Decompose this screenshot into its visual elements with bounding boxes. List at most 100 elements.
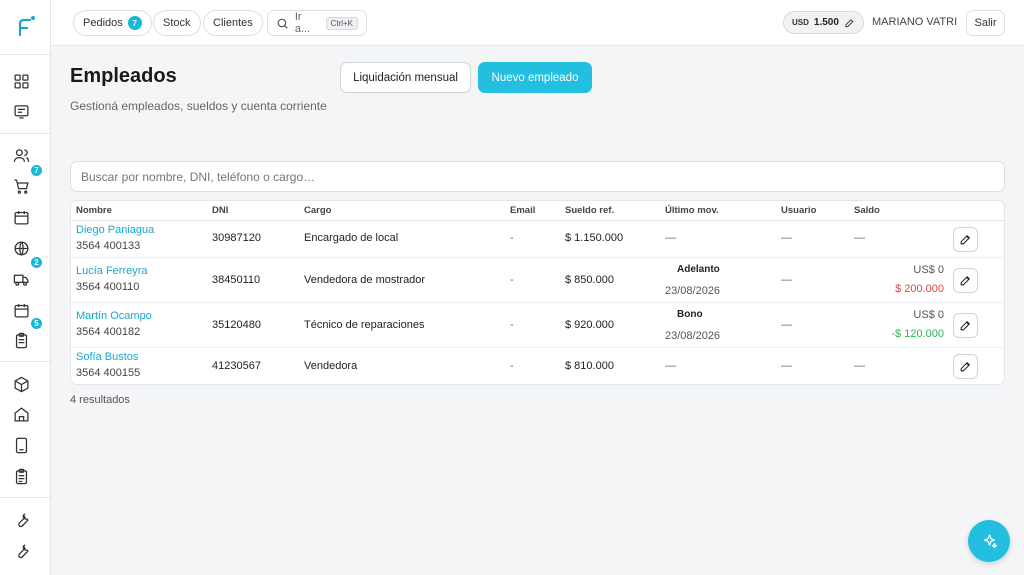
column-header: Usuario — [781, 205, 817, 216]
logo-icon[interactable] — [14, 14, 38, 38]
column-header: DNI — [212, 205, 229, 216]
wrench-icon[interactable] — [12, 541, 30, 559]
pedidos-badge: 7 — [127, 16, 142, 30]
page-subtitle: Gestioná empleados, sueldos y cuenta cor… — [70, 99, 327, 113]
employee-email: - — [510, 319, 514, 331]
pencil-icon — [960, 234, 971, 245]
employee-cargo: Vendedora de mostrador — [304, 274, 426, 286]
employee-usuario: — — [781, 360, 792, 372]
pedidos-button[interactable]: Pedidos 7 — [73, 10, 152, 36]
employee-dni: 30987120 — [212, 232, 261, 244]
quick-search-button[interactable]: Ir a... Ctrl+K — [267, 10, 367, 36]
stock-button[interactable]: Stock — [153, 10, 201, 36]
quick-search-label: Ir a... — [294, 11, 311, 35]
employee-sueldo: $ 810.000 — [565, 360, 614, 372]
employee-name-link[interactable]: Diego Paniagua — [76, 224, 154, 236]
wrench-icon[interactable] — [12, 510, 30, 528]
box-icon[interactable] — [12, 375, 30, 393]
employees-table: Nombre DNI Cargo Email Sueldo ref. Últim… — [70, 200, 1005, 385]
employee-saldo: $ 200.000 — [895, 283, 944, 295]
column-header: Sueldo ref. — [565, 205, 615, 216]
employee-saldo: — — [854, 360, 865, 372]
pencil-icon — [960, 275, 971, 286]
edit-icon — [845, 18, 854, 27]
clipboard-icon[interactable] — [12, 331, 30, 349]
last-movement-type: Bono — [677, 309, 703, 320]
last-movement-type: Adelanto — [677, 264, 720, 275]
employee-sueldo: $ 850.000 — [565, 274, 614, 286]
employee-phone: 3564 400182 — [76, 326, 141, 338]
sidebar-divider — [0, 133, 51, 134]
last-movement-date: — — [665, 360, 676, 372]
employee-name-link[interactable]: Lucía Ferreyra — [76, 265, 148, 277]
saldo-usd: US$ 0 — [913, 264, 944, 276]
cart-icon[interactable] — [12, 177, 30, 195]
sidebar-divider — [0, 54, 51, 55]
employee-usuario: — — [781, 274, 792, 286]
table-header: Nombre DNI Cargo Email Sueldo ref. Últim… — [71, 201, 1004, 221]
employee-email: - — [510, 360, 514, 372]
saldo-usd: US$ 0 — [913, 309, 944, 321]
employee-cargo: Vendedora — [304, 360, 358, 372]
table-row: Sofía Bustos 3564 400155 41230567 Vended… — [71, 348, 1004, 384]
shortcut-hint: Ctrl+K — [325, 16, 358, 30]
last-movement-date: 23/08/2026 — [665, 330, 721, 342]
clipboard-badge: 5 — [30, 317, 43, 330]
assistant-button[interactable] — [968, 520, 1010, 562]
results-count: 4 resultados — [70, 394, 130, 406]
sidebar-divider — [0, 361, 51, 362]
nuevo-empleado-button[interactable]: Nuevo empleado — [478, 62, 592, 93]
sparkles-icon — [983, 533, 997, 548]
page-title: Empleados — [70, 65, 177, 87]
employee-cargo: Técnico de reparaciones — [304, 319, 425, 331]
edit-employee-button[interactable] — [953, 227, 978, 252]
edit-employee-button[interactable] — [953, 313, 978, 338]
employee-phone: 3564 400110 — [76, 281, 140, 293]
calendar-icon[interactable] — [12, 208, 30, 226]
globe-icon[interactable] — [12, 239, 30, 257]
pedidos-label: Pedidos — [83, 17, 123, 29]
tablet-icon[interactable] — [12, 436, 30, 454]
table-row: Martín Ocampo 3564 400182 35120480 Técni… — [71, 303, 1004, 348]
clientes-label: Clientes — [213, 17, 253, 29]
sidebar-divider — [0, 497, 51, 498]
employee-sueldo: $ 920.000 — [565, 319, 614, 331]
employee-phone: 3564 400155 — [76, 367, 141, 379]
table-row: Diego Paniagua 3564 400133 30987120 Enca… — [71, 221, 1004, 258]
employee-search-input[interactable]: Buscar por nombre, DNI, teléfono o cargo… — [70, 161, 1005, 192]
clientes-button[interactable]: Clientes — [203, 10, 263, 36]
cart-badge: 7 — [30, 164, 43, 177]
currency-rate[interactable]: USD 1.500 — [783, 11, 864, 34]
truck-badge: 2 — [30, 256, 43, 269]
employee-phone: 3564 400133 — [76, 240, 141, 252]
last-movement-date: 23/08/2026 — [665, 285, 721, 297]
users-icon[interactable] — [12, 146, 30, 164]
pencil-icon — [960, 320, 971, 331]
employee-name-link[interactable]: Sofía Bustos — [76, 351, 138, 363]
top-bar: Pedidos 7 Stock Clientes Ir a... Ctrl+K … — [51, 0, 1024, 46]
employee-cargo: Encargado de local — [304, 232, 399, 244]
liquidacion-mensual-button[interactable]: Liquidación mensual — [340, 62, 471, 93]
receipt-icon[interactable] — [12, 102, 30, 120]
column-header: Nombre — [76, 205, 112, 216]
currency-code: USD — [792, 18, 809, 27]
search-icon — [277, 18, 288, 29]
employee-saldo: -$ 120.000 — [891, 328, 944, 340]
employee-usuario: — — [781, 232, 792, 244]
logout-button[interactable]: Salir — [966, 10, 1005, 36]
store-icon[interactable] — [12, 405, 30, 423]
stock-label: Stock — [163, 17, 191, 29]
column-header: Email — [510, 205, 536, 216]
user-name: MARIANO VATRI — [872, 16, 958, 28]
sidebar: 7 2 5 — [0, 0, 51, 575]
truck-icon[interactable] — [12, 270, 30, 288]
clipboard-list-icon[interactable] — [12, 467, 30, 485]
edit-employee-button[interactable] — [953, 354, 978, 379]
edit-employee-button[interactable] — [953, 268, 978, 293]
pencil-icon — [960, 361, 971, 372]
employee-email: - — [510, 232, 514, 244]
currency-value: 1.500 — [813, 17, 839, 28]
calendar-icon[interactable] — [12, 301, 30, 319]
dashboard-icon[interactable] — [12, 72, 30, 90]
employee-name-link[interactable]: Martín Ocampo — [76, 310, 152, 322]
